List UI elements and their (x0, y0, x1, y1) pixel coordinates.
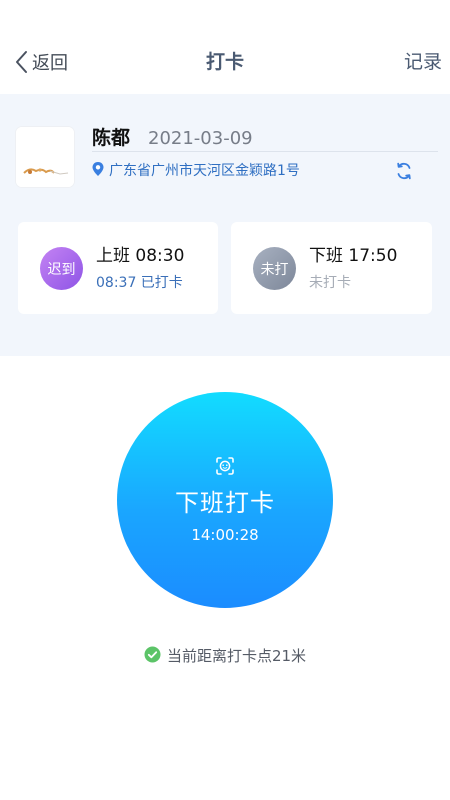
location-text: 广东省广州市天河区金颖路1号 (109, 163, 300, 179)
punch-label: 下班打卡 (175, 489, 275, 517)
clock-out-card[interactable]: 未打 下班 17:50 未打卡 (231, 222, 432, 314)
nav-bar: 返回 打卡 记录 (0, 0, 450, 94)
current-date: 2021-03-09 (148, 128, 253, 149)
refresh-icon (394, 162, 414, 185)
clock-in-time: 上班 08:30 (96, 246, 185, 266)
location-row: 广东省广州市天河区金颖路1号 (91, 160, 300, 182)
location-pin-icon (91, 161, 105, 181)
avatar (16, 127, 74, 187)
clock-in-card[interactable]: 迟到 上班 08:30 08:37 已打卡 (18, 222, 218, 314)
records-button[interactable]: 记录 (404, 48, 442, 76)
punch-button[interactable]: 下班打卡 14:00:28 (117, 392, 333, 608)
refresh-location-button[interactable] (394, 161, 414, 181)
face-scan-icon (215, 456, 235, 476)
clock-out-status: 未打卡 (309, 275, 351, 291)
distance-text: 当前距离打卡点21米 (166, 647, 307, 665)
current-time: 14:00:28 (191, 526, 259, 544)
divider (92, 151, 438, 152)
check-circle-icon (144, 646, 161, 667)
distance-row: 当前距离打卡点21米 (0, 645, 450, 667)
late-badge: 迟到 (40, 247, 83, 290)
clock-in-status: 08:37 已打卡 (96, 275, 183, 291)
user-name: 陈都 (92, 127, 131, 149)
clock-out-time: 下班 17:50 (309, 246, 398, 266)
not-punched-badge: 未打 (253, 247, 296, 290)
page-title: 打卡 (205, 51, 244, 73)
